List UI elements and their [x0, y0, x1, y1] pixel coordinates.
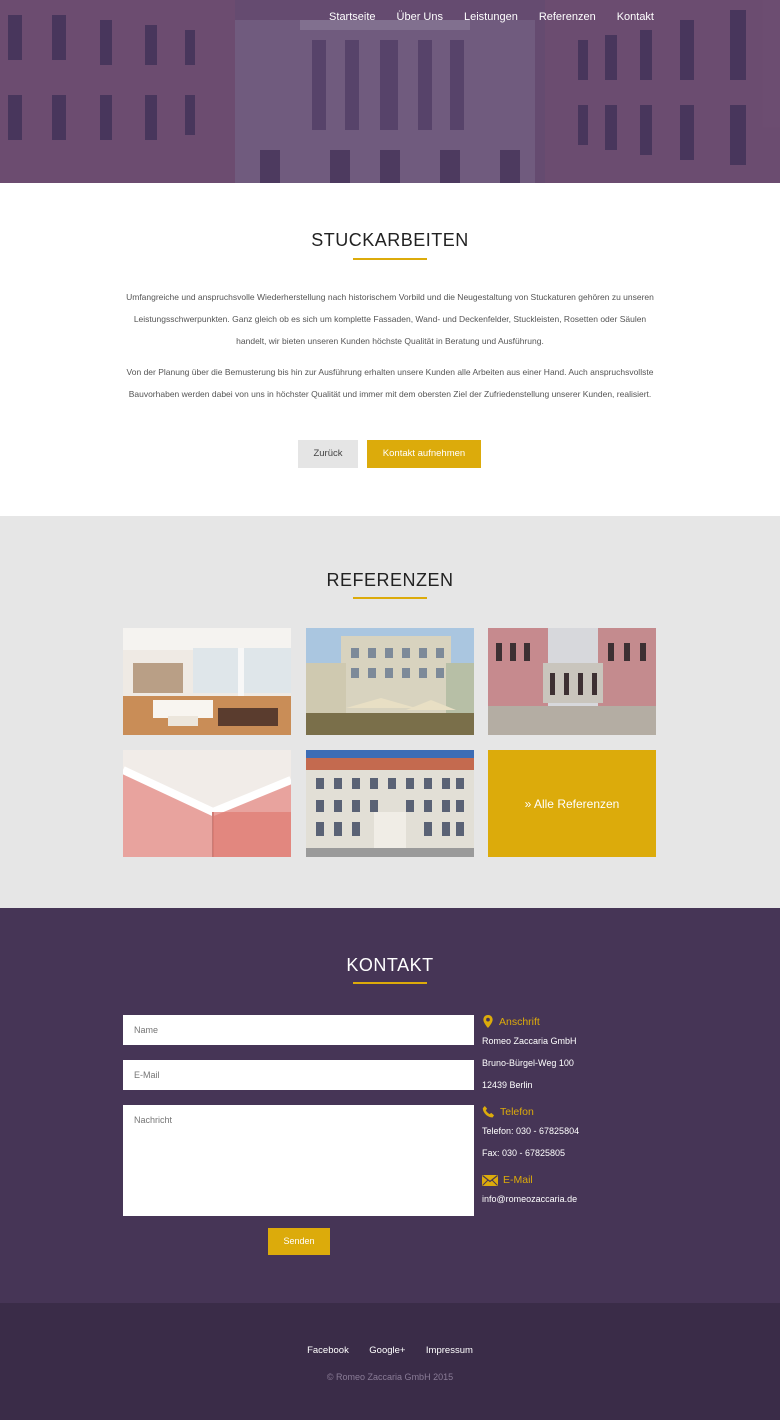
- send-button[interactable]: Senden: [268, 1228, 330, 1255]
- section-title: REFERENZEN: [326, 570, 454, 590]
- hero-overlay: [0, 0, 780, 183]
- section-title: KONTAKT: [346, 955, 434, 975]
- stuckarbeiten-section: STUCKARBEITEN Umfangreiche und anspruchs…: [0, 183, 780, 516]
- address-line: 12439 Berlin: [482, 1080, 533, 1090]
- hero-banner: Startseite Über Uns Leistungen Referenze…: [0, 0, 780, 183]
- nav-referenzen[interactable]: Referenzen: [539, 10, 596, 24]
- fax-line: Fax: 030 - 67825805: [482, 1148, 566, 1158]
- stuck-paragraph-1: Umfangreiche und anspruchsvolle Wiederhe…: [126, 292, 654, 346]
- reference-image-interior[interactable]: [123, 628, 291, 735]
- phone-heading: Telefon: [482, 1106, 534, 1118]
- referenzen-section: REFERENZEN » Alle Referenzen: [0, 516, 780, 908]
- nav-startseite[interactable]: Startseite: [329, 10, 375, 24]
- mail-heading-label: E-Mail: [503, 1174, 533, 1186]
- reference-image-courtyard[interactable]: [488, 628, 656, 735]
- phone-icon: [482, 1106, 495, 1118]
- phone-heading-label: Telefon: [500, 1106, 534, 1118]
- section-title: STUCKARBEITEN: [311, 230, 469, 250]
- address-line: Romeo Zaccaria GmbH: [482, 1036, 577, 1046]
- reference-image-hotel[interactable]: [306, 628, 474, 735]
- mail-link[interactable]: info@romeozaccaria.de: [482, 1194, 577, 1204]
- title-underline: [353, 982, 427, 984]
- name-field[interactable]: [123, 1015, 474, 1045]
- back-button[interactable]: Zurück: [298, 440, 358, 468]
- envelope-icon: [482, 1174, 498, 1186]
- footer-link-facebook[interactable]: Facebook: [307, 1345, 349, 1356]
- nav-leistungen[interactable]: Leistungen: [464, 10, 518, 24]
- all-references-link[interactable]: » Alle Referenzen: [488, 750, 656, 857]
- mail-heading: E-Mail: [482, 1174, 533, 1186]
- footer-link-impressum[interactable]: Impressum: [426, 1345, 473, 1356]
- stuck-paragraph-2: Von der Planung über die Bemusterung bis…: [126, 367, 654, 399]
- reference-image-stucco[interactable]: [123, 750, 291, 857]
- address-line: Bruno-Bürgel-Weg 100: [482, 1058, 574, 1068]
- kontakt-section: KONTAKT Senden Anschrift Romeo Zaccaria …: [0, 908, 780, 1303]
- footer: Facebook Google+ Impressum © Romeo Zacca…: [0, 1303, 780, 1420]
- title-underline: [353, 597, 427, 599]
- address-heading: Anschrift: [482, 1015, 540, 1028]
- footer-link-googleplus[interactable]: Google+: [369, 1345, 405, 1356]
- address-heading-label: Anschrift: [499, 1015, 540, 1028]
- nav-ueber-uns[interactable]: Über Uns: [397, 10, 443, 24]
- map-pin-icon: [483, 1015, 493, 1028]
- phone-line: Telefon: 030 - 67825804: [482, 1126, 580, 1136]
- email-field[interactable]: [123, 1060, 474, 1090]
- copyright: © Romeo Zaccaria GmbH 2015: [326, 1372, 454, 1382]
- contact-button[interactable]: Kontakt aufnehmen: [367, 440, 481, 468]
- title-underline: [353, 258, 427, 260]
- message-field[interactable]: [123, 1105, 474, 1216]
- nav-kontakt[interactable]: Kontakt: [617, 10, 654, 24]
- footer-links: Facebook Google+ Impressum: [0, 1340, 780, 1358]
- main-nav: Startseite Über Uns Leistungen Referenze…: [308, 10, 654, 24]
- reference-image-facade[interactable]: [306, 750, 474, 857]
